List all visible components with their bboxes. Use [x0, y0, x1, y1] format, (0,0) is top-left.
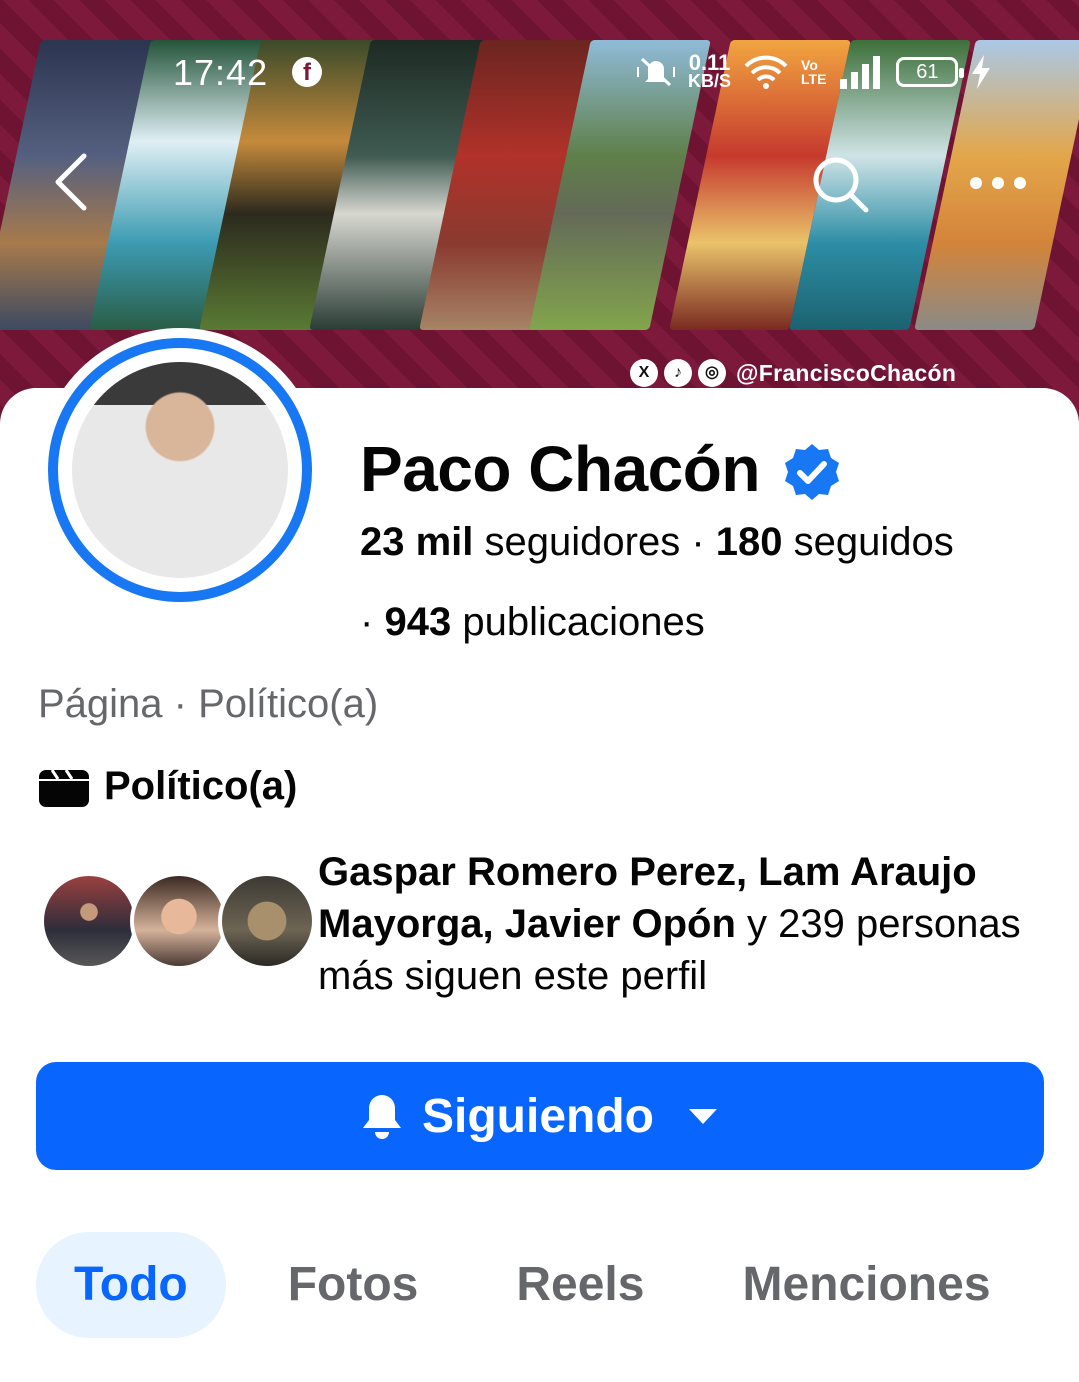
separator-dot: ·	[691, 520, 705, 564]
volte-top: Vo	[801, 57, 818, 73]
back-arrow-icon[interactable]	[46, 152, 96, 212]
followers-label[interactable]: seguidores	[485, 520, 681, 564]
separator-dot: ·	[360, 600, 374, 644]
posts-label: publicaciones	[462, 600, 705, 644]
mutual-followers-text[interactable]: Gaspar Romero Perez, Lam Araujo Mayorga,…	[318, 846, 1038, 1002]
mutual-follower-avatar[interactable]	[218, 872, 316, 970]
data-speed: 0.11 KB/S	[688, 50, 732, 91]
tab-menciones[interactable]: Menciones	[742, 1232, 990, 1338]
posts-stats: · 943 publicaciones	[360, 600, 705, 645]
posts-count: 943	[384, 600, 452, 644]
followers-count[interactable]: 23 mil	[360, 520, 473, 564]
data-speed-value: 0.11	[688, 50, 731, 75]
facebook-notification-icon: f	[292, 57, 322, 87]
more-options-icon[interactable]	[966, 168, 1030, 198]
story-ring	[48, 338, 312, 602]
status-bar: 17:42 f 0.11 KB/S Vo LTE 61	[0, 44, 1079, 100]
tab-reels[interactable]: Reels	[516, 1232, 644, 1338]
following-count[interactable]: 180	[716, 520, 783, 564]
bell-icon	[363, 1095, 401, 1139]
data-speed-unit: KB/S	[688, 71, 732, 91]
clapperboard-icon	[39, 768, 89, 807]
battery-indicator: 61	[896, 57, 965, 87]
tab-todo[interactable]: Todo	[36, 1232, 226, 1338]
search-icon[interactable]	[808, 152, 872, 216]
cover-social-tag: X ♪ ◎ @FranciscoChacón	[630, 357, 956, 389]
avatar-photo	[72, 362, 288, 578]
social-handle: @FranciscoChacón	[736, 359, 957, 386]
category-label: Político(a)	[104, 764, 298, 808]
status-indicators: 0.11 KB/S Vo LTE 61	[636, 50, 992, 94]
wifi-icon	[744, 55, 788, 89]
profile-tabs: Todo Fotos Reels Menciones	[36, 1232, 991, 1338]
category-row: Político(a)	[38, 764, 297, 809]
tiktok-icon: ♪	[664, 359, 692, 387]
following-button-label: Siguiendo	[422, 1089, 654, 1143]
following-button[interactable]: Siguiendo	[36, 1062, 1044, 1170]
charging-bolt-icon	[972, 55, 991, 89]
mutual-followers-avatars[interactable]	[40, 872, 316, 972]
chevron-down-icon	[688, 1109, 717, 1124]
mutual-follower-count: y 239	[747, 902, 845, 946]
profile-name: Paco Chacón	[360, 433, 760, 505]
x-icon: X	[630, 359, 658, 387]
instagram-icon: ◎	[698, 359, 726, 387]
volte-indicator: Vo LTE	[801, 58, 826, 86]
mutual-follower-avatar[interactable]	[130, 872, 228, 970]
signal-strength-icon	[840, 56, 881, 89]
volte-bottom: LTE	[801, 71, 827, 87]
status-time: 17:42	[173, 52, 269, 93]
vibrate-mute-icon	[637, 57, 675, 87]
following-label[interactable]: seguidos	[794, 520, 954, 564]
follow-stats: 23 mil seguidores · 180 seguidos	[360, 520, 954, 565]
page-type: Página · Político(a)	[38, 682, 379, 726]
profile-avatar[interactable]	[38, 328, 322, 612]
tab-fotos[interactable]: Fotos	[288, 1232, 419, 1338]
mutual-follower-avatar[interactable]	[40, 872, 138, 970]
verified-badge-icon[interactable]	[782, 442, 842, 502]
